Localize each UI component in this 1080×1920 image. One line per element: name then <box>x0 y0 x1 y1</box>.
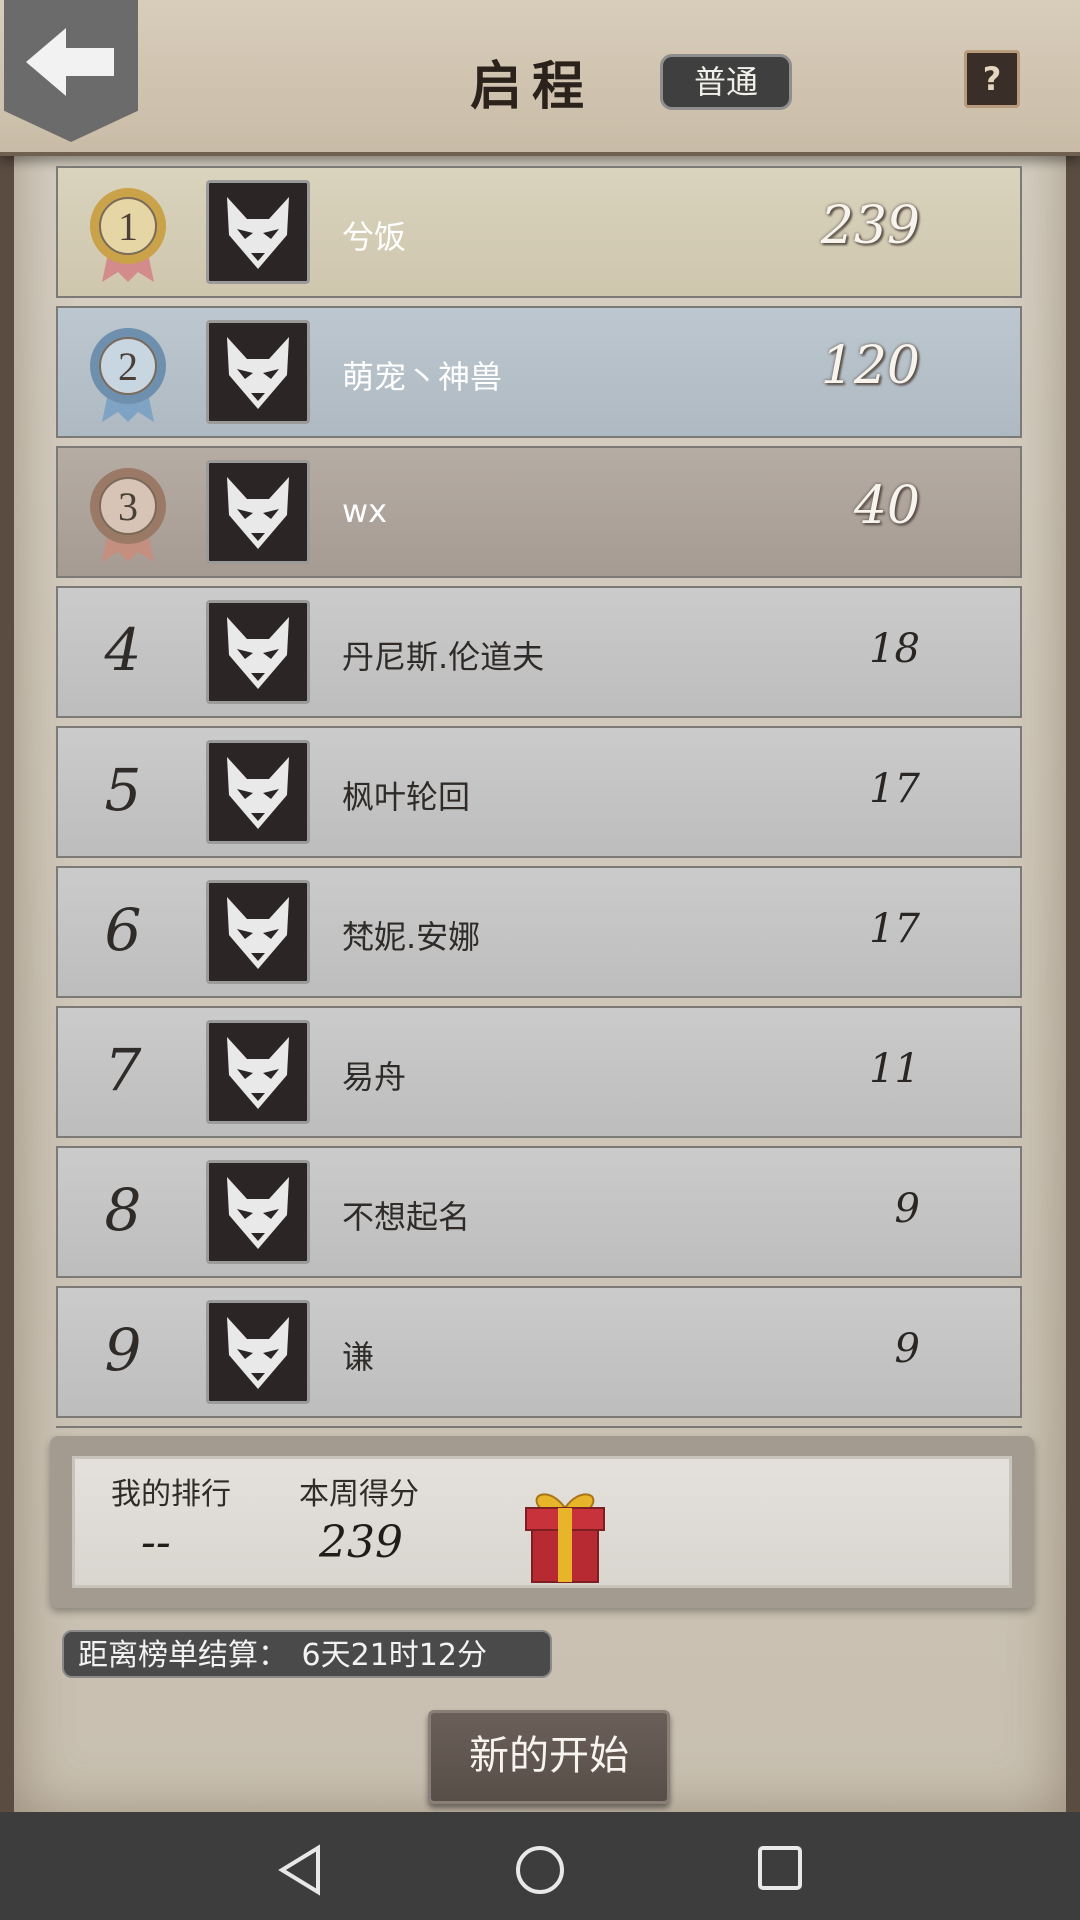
weekly-score-value: 239 <box>319 1517 403 1568</box>
page-title: 启程 <box>470 56 595 117</box>
leaderboard-row[interactable]: 8 不想起名 9 <box>56 1146 1022 1278</box>
leaderboard-list[interactable]: 1 兮饭 239 2 萌宠丶神兽 120 3 wx 40 4 丹尼斯.伦道夫 18 5 枫叶轮回 17 6 梵妮… <box>56 166 1024 1428</box>
medal-rank: 3 <box>118 484 138 529</box>
player-score: 40 <box>853 476 920 536</box>
player-name: 梵妮.安娜 <box>342 918 481 956</box>
new-start-button[interactable]: 新的开始 <box>428 1710 670 1804</box>
player-name: 兮饭 <box>342 218 407 256</box>
leaderboard-row[interactable]: 5 枫叶轮回 17 <box>56 726 1022 858</box>
player-name: 易舟 <box>342 1058 407 1096</box>
back-button[interactable] <box>4 0 138 142</box>
gift-box-icon[interactable] <box>520 1486 610 1590</box>
nav-home-icon[interactable] <box>514 1844 566 1896</box>
player-avatar[interactable] <box>206 460 310 564</box>
rank-number: 6 <box>104 896 142 964</box>
nav-back-icon[interactable] <box>276 1844 324 1896</box>
leaderboard-row[interactable]: 9 谦 9 <box>56 1286 1022 1418</box>
rank-medal-icon: 3 <box>90 468 166 562</box>
player-score: 17 <box>869 766 920 812</box>
countdown-label: 距离榜单结算： <box>78 1638 288 1673</box>
medal-rank: 2 <box>118 344 138 389</box>
player-score: 120 <box>820 336 920 396</box>
my-rank-label: 我的排行 <box>111 1477 231 1512</box>
leaderboard-row[interactable]: 2 萌宠丶神兽 120 <box>56 306 1022 438</box>
player-avatar[interactable] <box>206 320 310 424</box>
player-name: 不想起名 <box>342 1198 471 1236</box>
weekly-score-label: 本周得分 <box>299 1477 419 1512</box>
player-score: 9 <box>894 1186 920 1232</box>
rank-number: 7 <box>104 1036 142 1104</box>
player-name: wx <box>342 492 388 530</box>
system-nav-bar <box>0 1812 1080 1920</box>
player-avatar[interactable] <box>206 880 310 984</box>
player-avatar[interactable] <box>206 1300 310 1404</box>
player-avatar[interactable] <box>206 740 310 844</box>
player-score: 239 <box>820 196 920 256</box>
leaderboard-row[interactable]: 7 易舟 11 <box>56 1006 1022 1138</box>
rank-number: 9 <box>104 1316 142 1384</box>
leaderboard-row[interactable]: 3 wx 40 <box>56 446 1022 578</box>
player-name: 丹尼斯.伦道夫 <box>342 638 545 676</box>
player-name: 谦 <box>342 1338 375 1376</box>
player-avatar[interactable] <box>206 180 310 284</box>
leaderboard-row[interactable]: 4 丹尼斯.伦道夫 18 <box>56 586 1022 718</box>
rank-medal-icon: 1 <box>90 188 166 282</box>
player-avatar[interactable] <box>206 600 310 704</box>
player-score: 9 <box>894 1326 920 1372</box>
player-score: 17 <box>869 906 920 952</box>
leaderboard-row[interactable]: 6 梵妮.安娜 17 <box>56 866 1022 998</box>
player-score: 18 <box>869 626 920 672</box>
rank-number: 8 <box>104 1176 142 1244</box>
leaderboard-row[interactable]: 1 兮饭 239 <box>56 166 1022 298</box>
player-score: 11 <box>869 1046 920 1092</box>
countdown-value: 6天21时12分 <box>301 1638 487 1673</box>
player-name: 萌宠丶神兽 <box>342 358 503 396</box>
my-rank-value: -- <box>141 1517 171 1568</box>
player-avatar[interactable] <box>206 1160 310 1264</box>
settlement-countdown: 距离榜单结算： 6天21时12分 <box>62 1630 552 1678</box>
rank-number: 4 <box>104 616 142 684</box>
nav-recents-icon[interactable] <box>756 1844 804 1892</box>
back-arrow-icon <box>26 28 114 96</box>
player-avatar[interactable] <box>206 1020 310 1124</box>
mode-selector[interactable]: 普通 <box>660 54 792 110</box>
rank-medal-icon: 2 <box>90 328 166 422</box>
help-button[interactable]: ? <box>964 50 1020 108</box>
rank-number: 5 <box>104 756 142 824</box>
leaderboard-row-partial[interactable] <box>56 1426 1022 1428</box>
header-bar: 启程 普通 ? <box>0 0 1080 156</box>
medal-rank: 1 <box>118 204 138 249</box>
player-name: 枫叶轮回 <box>342 778 471 816</box>
